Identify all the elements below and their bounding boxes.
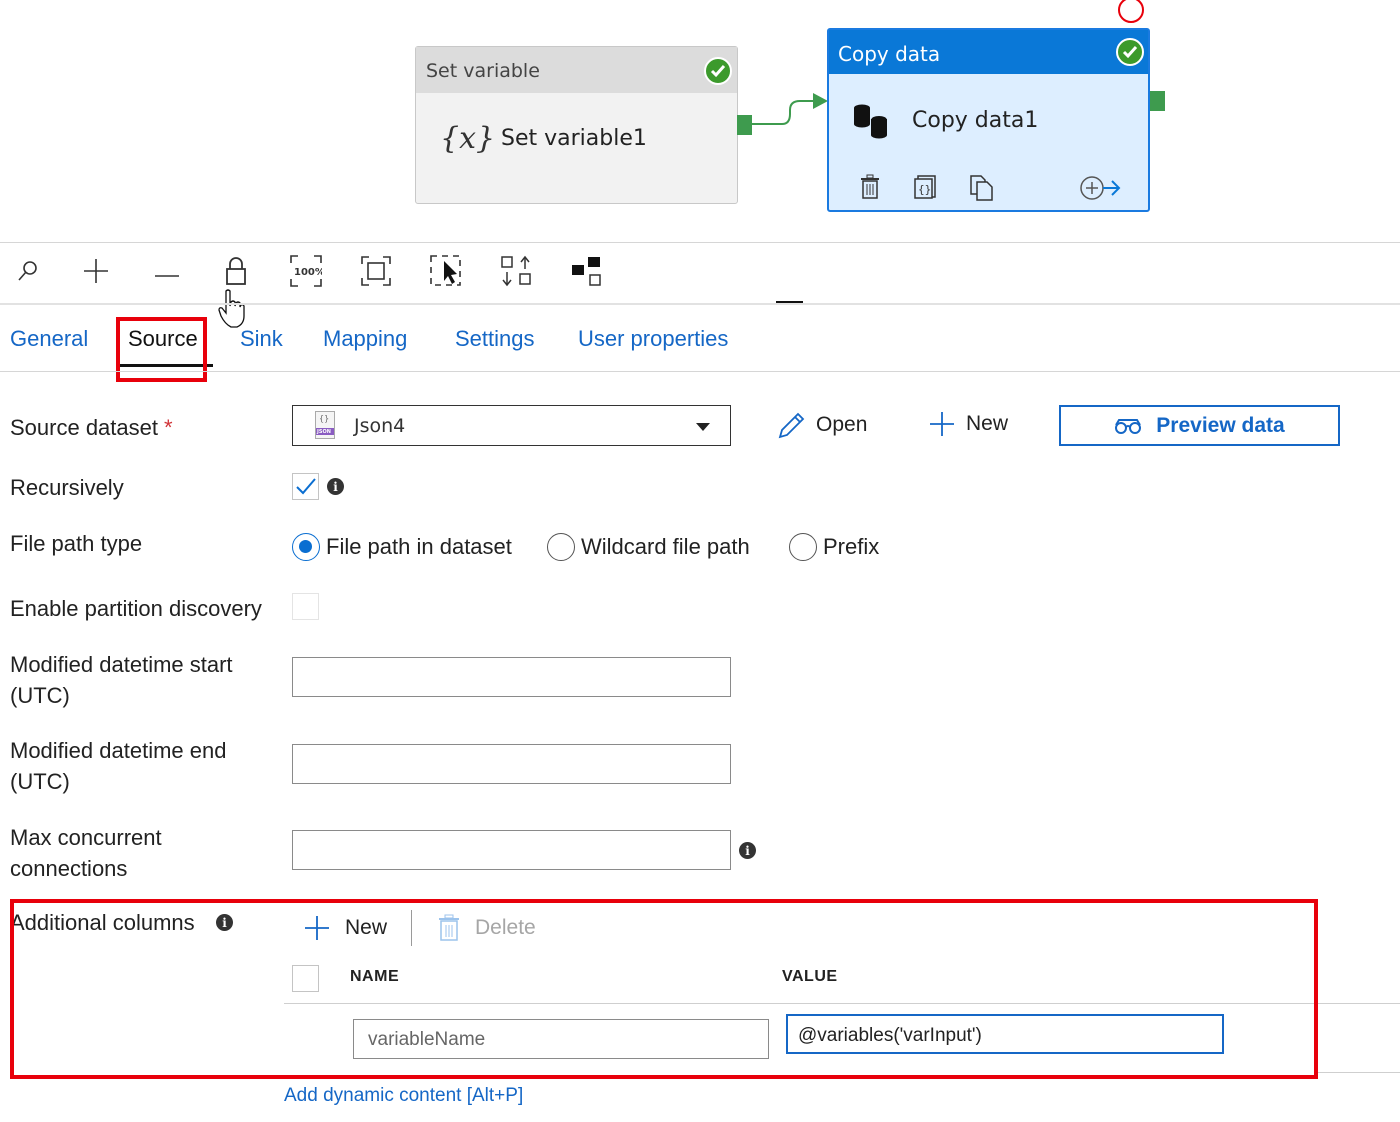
radio-label-prefix: Prefix: [823, 534, 880, 559]
json-file-icon: {} JSON: [315, 411, 335, 439]
radio-label-file-path-in-dataset: File path in dataset: [326, 534, 512, 559]
modified-end-label: Modified datetime end (UTC): [10, 738, 227, 794]
add-output-icon[interactable]: [1079, 174, 1123, 202]
select-area-icon: [430, 255, 461, 286]
auto-align-button[interactable]: [497, 252, 535, 290]
toolbar-top-divider: [0, 242, 1400, 243]
source-dataset-value: Json4: [354, 415, 406, 437]
copy-data-icon: [854, 104, 888, 139]
output-port[interactable]: [1150, 91, 1165, 111]
radio-wildcard-file-path[interactable]: [547, 533, 575, 561]
source-dataset-label-text: Source dataset: [10, 415, 158, 440]
preview-data-button[interactable]: Preview data: [1059, 405, 1340, 446]
activity-type-label: Set variable: [416, 47, 737, 93]
json-icon-text: {}: [319, 414, 330, 423]
highlight-box-additional-columns: [10, 899, 1318, 1079]
zoom-label: 100%: [294, 267, 322, 278]
preview-data-label: Preview data: [1156, 413, 1285, 437]
checkmark-icon: [296, 478, 316, 495]
activity-copy-data[interactable]: Copy data Copy data1 {}: [827, 28, 1150, 212]
info-icon[interactable]: i: [327, 478, 344, 495]
source-dataset-dropdown[interactable]: {} JSON Json4: [292, 405, 731, 446]
lock-icon: [226, 257, 246, 285]
zoom-in-button[interactable]: [77, 252, 115, 290]
tab-mapping[interactable]: Mapping: [323, 326, 407, 352]
open-button-label: Open: [816, 413, 868, 436]
activity-name: Set variable1: [501, 126, 647, 151]
modified-start-input[interactable]: [292, 657, 731, 697]
tab-user-properties[interactable]: User properties: [578, 326, 728, 352]
success-check-icon: [1116, 38, 1144, 66]
plus-icon: [930, 412, 954, 436]
variable-icon: {x}: [440, 121, 496, 156]
tab-sink[interactable]: Sink: [240, 326, 283, 352]
radio-file-path-in-dataset[interactable]: [292, 533, 320, 561]
partition-discovery-checkbox[interactable]: [292, 593, 319, 620]
max-connections-label: Max concurrent connections: [10, 825, 162, 881]
partition-discovery-label: Enable partition discovery: [10, 596, 262, 621]
tab-general[interactable]: General: [10, 326, 88, 352]
select-area-button[interactable]: [427, 252, 465, 290]
max-connections-input[interactable]: [292, 830, 731, 870]
radio-label-wildcard-file-path: Wildcard file path: [581, 534, 750, 559]
tabs-divider: [0, 371, 1400, 372]
source-dataset-label: Source dataset *: [10, 412, 173, 443]
new-dataset-button[interactable]: New: [928, 410, 1008, 438]
modified-end-input[interactable]: [292, 744, 731, 784]
fit-to-window-button[interactable]: [357, 252, 395, 290]
minus-icon: [155, 275, 179, 277]
recursively-label: Recursively: [10, 475, 124, 500]
search-tool-button[interactable]: [9, 252, 47, 290]
auto-align-icon: [501, 255, 531, 287]
required-marker: *: [163, 415, 173, 440]
clone-icon[interactable]: [969, 174, 995, 202]
hand-cursor-icon: [218, 289, 245, 328]
svg-text:{}: {}: [918, 183, 931, 196]
chevron-down-icon: [696, 423, 710, 431]
new-dataset-label: New: [966, 412, 1009, 435]
annotation-circle: [1118, 0, 1144, 23]
info-icon[interactable]: i: [739, 842, 756, 859]
tab-settings[interactable]: Settings: [455, 326, 535, 352]
output-port[interactable]: [737, 115, 752, 135]
zoom-100-button[interactable]: 100%: [287, 252, 325, 290]
activity-name: Copy data1: [912, 108, 1039, 133]
activity-set-variable[interactable]: Set variable {x} Set variable1: [415, 46, 738, 204]
add-dynamic-content-link[interactable]: Add dynamic content [Alt+P]: [284, 1085, 523, 1107]
json-icon-label: JSON: [317, 429, 331, 435]
highlight-box-source-tab: [116, 317, 207, 382]
file-path-type-label: File path type: [10, 531, 143, 556]
toolbar-bottom-divider: [0, 303, 1400, 305]
fit-to-window-icon: [361, 256, 391, 286]
show-lines-icon: [572, 257, 601, 286]
modified-start-label: Modified datetime start (UTC): [10, 652, 233, 708]
delete-icon[interactable]: [859, 174, 881, 200]
radio-prefix[interactable]: [789, 533, 817, 561]
activity-type-label: Copy data: [829, 30, 1148, 74]
open-button[interactable]: Open: [776, 410, 867, 440]
glasses-icon: [1115, 418, 1142, 434]
search-icon: [18, 261, 37, 281]
success-check-icon: [704, 57, 732, 85]
show-lines-button[interactable]: [567, 252, 605, 290]
lock-button[interactable]: [217, 252, 255, 290]
code-icon[interactable]: {}: [914, 174, 938, 200]
recursively-checkbox[interactable]: [292, 473, 319, 500]
success-connector: [752, 100, 815, 125]
zoom-100-icon: 100%: [290, 255, 322, 287]
plus-icon: [84, 259, 108, 283]
row-divider: [1318, 1072, 1400, 1073]
pencil-icon: [778, 412, 805, 439]
zoom-out-button[interactable]: [148, 252, 186, 290]
connector-arrow: [813, 93, 828, 109]
